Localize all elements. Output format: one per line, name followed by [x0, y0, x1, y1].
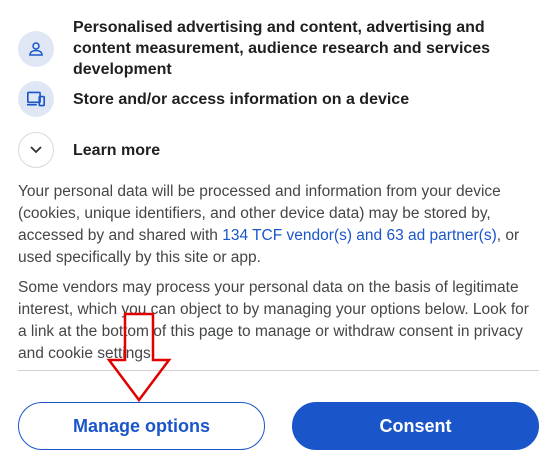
purpose-store-access: Store and/or access information on a dev… — [18, 81, 409, 117]
purpose-label: Store and/or access information on a dev… — [73, 90, 410, 108]
data-processing-notice: Your personal data will be processed and… — [18, 181, 533, 269]
person-icon — [18, 30, 54, 67]
manage-options-button[interactable]: Manage options — [18, 402, 265, 450]
devices-icon — [18, 81, 54, 117]
purpose-personalised-advertising: Personalised advertising and content, ad… — [18, 17, 528, 80]
chevron-down-icon[interactable] — [18, 132, 54, 168]
consent-button[interactable]: Consent — [292, 402, 539, 450]
learn-more-label[interactable]: Learn more — [73, 140, 160, 161]
legitimate-interest-notice: Some vendors may process your personal d… — [18, 279, 529, 362]
learn-more-toggle[interactable]: Learn more — [18, 132, 160, 168]
divider — [18, 370, 539, 371]
vendors-partners-link[interactable]: 134 TCF vendor(s) and 63 ad partner(s) — [222, 227, 497, 244]
purpose-label: Personalised advertising and content, ad… — [73, 19, 491, 78]
